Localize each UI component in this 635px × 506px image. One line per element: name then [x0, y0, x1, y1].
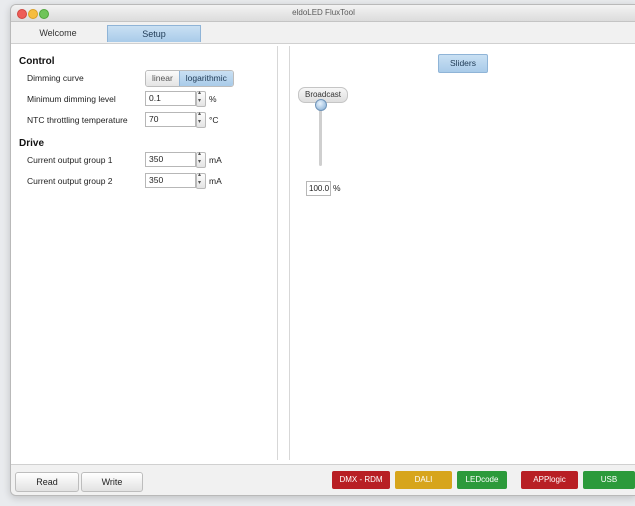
group1-label: Current output group 1 — [27, 155, 113, 165]
min-dimming-label: Minimum dimming level — [27, 94, 116, 104]
drive-heading: Drive — [19, 138, 45, 149]
broadcast-unit: % — [333, 183, 341, 193]
broadcast-slider-handle[interactable] — [315, 99, 327, 111]
broadcast-value-input[interactable]: 100.0 — [306, 181, 331, 196]
dimming-curve-label: Dimming curve — [27, 73, 84, 83]
group2-label: Current output group 2 — [27, 176, 113, 186]
dimming-curve-toggle: linear logarithmic — [145, 70, 234, 87]
write-button[interactable]: Write — [81, 472, 143, 492]
min-dimming-input[interactable]: 0.1 — [145, 91, 196, 106]
group2-unit: mA — [209, 176, 222, 186]
ntc-stepper[interactable] — [196, 110, 206, 128]
ntc-label: NTC throttling temperature — [27, 115, 128, 125]
ntc-input[interactable]: 70 — [145, 112, 196, 127]
app-window: eldoLED FluxTool Welcome Setup Control D… — [10, 4, 635, 496]
group1-input[interactable]: 350 — [145, 152, 196, 167]
status-dmx-rdm: DMX - RDM — [332, 471, 390, 489]
linear-option[interactable]: linear — [146, 71, 179, 86]
read-button[interactable]: Read — [15, 472, 79, 492]
group2-stepper[interactable] — [196, 171, 206, 189]
broadcast-slider-track[interactable] — [319, 104, 322, 166]
status-dali: DALI — [395, 471, 452, 489]
control-heading: Control — [19, 56, 55, 67]
status-ledcode: LEDcode — [457, 471, 507, 489]
group2-input[interactable]: 350 — [145, 173, 196, 188]
sliders-tab[interactable]: Sliders — [438, 54, 488, 73]
ntc-unit: °C — [209, 115, 219, 125]
sliders-panel: Sliders Broadcast 100.0 % — [289, 46, 635, 460]
min-dimming-unit: % — [209, 94, 217, 104]
tab-setup[interactable]: Setup — [107, 25, 201, 42]
status-usb: USB — [583, 471, 635, 489]
group1-unit: mA — [209, 155, 222, 165]
title-bar: eldoLED FluxTool — [11, 5, 635, 22]
group1-stepper[interactable] — [196, 150, 206, 168]
setup-content: Control Dimming curve linear logarithmic… — [11, 44, 635, 464]
status-applogic: APPlogic — [521, 471, 578, 489]
min-dimming-stepper[interactable] — [196, 89, 206, 107]
tab-welcome[interactable]: Welcome — [15, 25, 101, 41]
logarithmic-option[interactable]: logarithmic — [178, 71, 233, 86]
window-title: eldoLED FluxTool — [292, 8, 355, 17]
settings-panel: Control Dimming curve linear logarithmic… — [15, 46, 278, 460]
tab-bar: Welcome Setup — [11, 22, 635, 44]
bottom-bar: Read Write DMX - RDM DALI LEDcode APPlog… — [11, 464, 635, 495]
